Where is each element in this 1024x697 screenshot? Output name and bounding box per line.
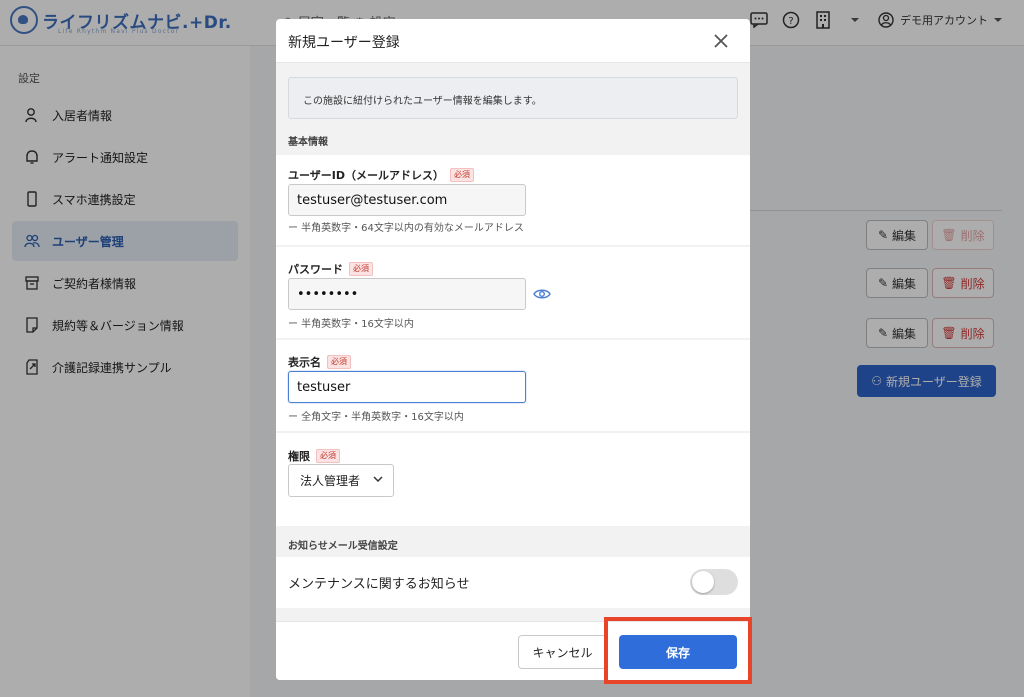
password-field-block: パスワード 必須 ー 半角英数字・16文字以内 [276, 247, 750, 338]
required-badge: 必須 [450, 168, 475, 182]
display-name-label-text: 表示名 [288, 356, 321, 369]
required-badge: 必須 [349, 262, 373, 276]
display-name-hint: ー 全角文字・半角英数字・16文字以内 [288, 412, 464, 423]
password-label: パスワード 必須 [288, 261, 373, 277]
role-label-text: 権限 [288, 450, 310, 463]
modal-title: 新規ユーザー登録 [288, 35, 400, 51]
maintenance-notice-toggle[interactable] [690, 569, 738, 595]
display-name-label: 表示名 必須 [288, 354, 351, 370]
user-id-field-block: ユーザーID（メールアドレス） 必須 ー 半角英数字・64文字以内の有効なメール… [276, 155, 750, 245]
maintenance-notice-row: メンテナンスに関するお知らせ [276, 557, 750, 608]
password-label-text: パスワード [288, 263, 343, 276]
required-badge: 必須 [316, 449, 340, 463]
role-select-value: 法人管理者 [300, 474, 361, 488]
toggle-knob [692, 571, 714, 593]
eye-icon[interactable] [533, 287, 551, 301]
user-id-label: ユーザーID（メールアドレス） 必須 [288, 167, 475, 183]
close-icon[interactable] [710, 30, 732, 52]
user-id-input[interactable] [288, 184, 526, 216]
section-basic-info: 基本情報 [288, 137, 328, 148]
role-select[interactable]: 法人管理者 [288, 464, 394, 497]
maintenance-notice-label: メンテナンスに関するお知らせ [288, 577, 470, 592]
section-notification: お知らせメール受信設定 [288, 541, 398, 552]
user-id-hint: ー 半角英数字・64文字以内の有効なメールアドレス [288, 223, 524, 234]
save-highlight-annotation [604, 617, 752, 684]
display-name-field-block: 表示名 必須 ー 全角文字・半角英数字・16文字以内 [276, 340, 750, 431]
required-badge: 必須 [327, 355, 351, 369]
password-input[interactable] [288, 278, 526, 310]
role-field-block: 権限 必須 法人管理者 [276, 433, 750, 526]
user-id-label-text: ユーザーID（メールアドレス） [288, 169, 445, 182]
cancel-button[interactable]: キャンセル [518, 635, 607, 669]
modal-body: この施設に紐付けられたユーザー情報を編集します。 基本情報 ユーザーID（メール… [276, 63, 750, 621]
display-name-input[interactable] [288, 371, 526, 403]
role-label: 権限 必須 [288, 448, 340, 464]
password-hint: ー 半角英数字・16文字以内 [288, 319, 414, 330]
chevron-down-icon [373, 476, 383, 483]
modal-header: 新規ユーザー登録 [276, 19, 750, 63]
new-user-modal: 新規ユーザー登録 この施設に紐付けられたユーザー情報を編集します。 基本情報 ユ… [276, 19, 750, 680]
info-message: この施設に紐付けられたユーザー情報を編集します。 [288, 77, 738, 119]
